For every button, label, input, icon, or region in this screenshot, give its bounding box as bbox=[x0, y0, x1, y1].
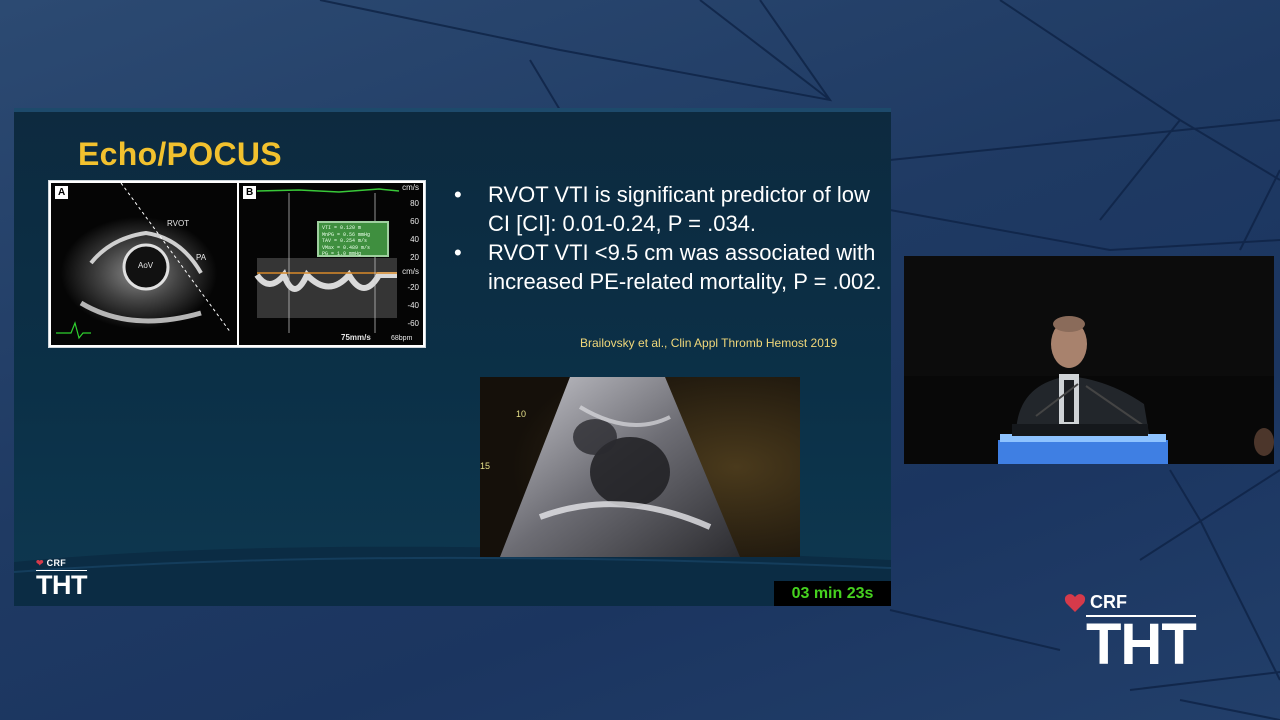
tick-minus20: -20 bbox=[407, 283, 419, 292]
crf-label: CRF bbox=[46, 558, 67, 568]
axis-unit-top: cm/s bbox=[402, 183, 419, 192]
echo-video-image bbox=[480, 377, 800, 557]
echo-figure: A RVOT PA AoV B cm/s 80 60 40 20 cm/s -2… bbox=[48, 180, 426, 348]
slide-title: Echo/POCUS bbox=[78, 136, 282, 172]
tick-minus40: -40 bbox=[407, 301, 419, 310]
aov-label: AoV bbox=[138, 261, 154, 270]
citation: Brailovsky et al., Clin Appl Thromb Hemo… bbox=[580, 336, 838, 350]
speaker-image bbox=[904, 256, 1274, 464]
axis-unit-mid: cm/s bbox=[402, 267, 419, 276]
doppler-trace bbox=[254, 188, 400, 333]
echo-video-clip: 10 15 bbox=[480, 377, 800, 557]
depth-mark-10: 10 bbox=[516, 409, 527, 419]
tick-20: 20 bbox=[410, 253, 419, 262]
tick-60: 60 bbox=[410, 217, 419, 226]
presentation-slide: Echo/POCUS A RVOT PA AoV B cm/s 80 60 40… bbox=[14, 108, 891, 606]
slide-logo: ❤ CRF THT bbox=[36, 558, 87, 600]
rvot-label: RVOT bbox=[167, 219, 190, 228]
vti-measurement-box: VTI = 0.120 m MnPG = 0.56 mmHg TAV = 0.2… bbox=[317, 221, 389, 257]
crf-logo-text: ❤ CRF bbox=[36, 558, 87, 569]
panel-a-parasternal-view: A RVOT PA AoV bbox=[51, 183, 237, 345]
tht-logo-text: THT bbox=[36, 570, 87, 600]
bullet-list: RVOT VTI is significant predictor of low… bbox=[454, 180, 884, 296]
heart-icon bbox=[1064, 593, 1086, 612]
bullet-item: RVOT VTI <9.5 cm was associated with inc… bbox=[454, 238, 884, 296]
corner-tht-label: THT bbox=[1086, 612, 1197, 677]
countdown-timer: 03 min 23s bbox=[774, 581, 891, 606]
tick-minus60: -60 bbox=[407, 319, 419, 328]
heart-icon: ❤ bbox=[36, 558, 44, 568]
corner-crf-label: CRF bbox=[1090, 592, 1127, 612]
corner-logo: CRF THT bbox=[1062, 592, 1197, 677]
panel-b-tag: B bbox=[243, 186, 257, 199]
tick-40: 40 bbox=[410, 235, 419, 244]
corner-crf-row: CRF bbox=[1064, 592, 1196, 613]
bullet-item: RVOT VTI is significant predictor of low… bbox=[454, 180, 884, 238]
depth-mark-15: 15 bbox=[480, 461, 491, 471]
sweep-speed: 75mm/s bbox=[341, 333, 371, 342]
panel-b-doppler-view: B cm/s 80 60 40 20 cm/s -20 -40 -60 75mm… bbox=[239, 183, 423, 345]
panel-a-tag: A bbox=[55, 186, 69, 199]
heart-rate: 68bpm bbox=[391, 335, 413, 342]
measurement-pg: PG = 1.0 mmHg bbox=[322, 251, 362, 257]
tick-80: 80 bbox=[410, 199, 419, 208]
pa-label: PA bbox=[196, 253, 207, 262]
speaker-video-feed bbox=[904, 256, 1274, 464]
